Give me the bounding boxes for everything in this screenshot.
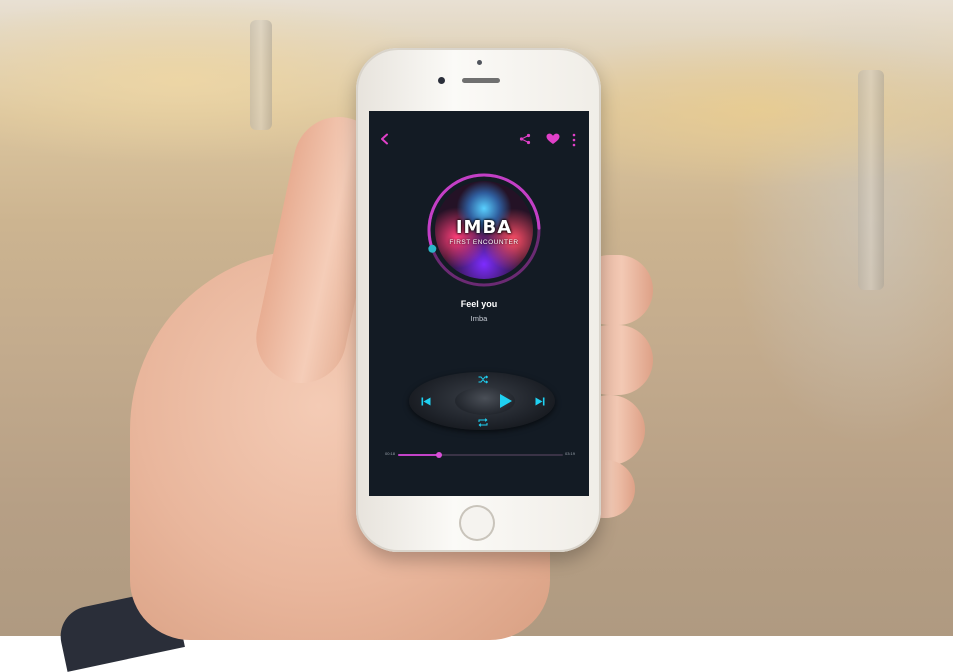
skip-next-icon[interactable] <box>535 397 545 406</box>
album-art-container: IMBA FIRST ENCOUNTER <box>425 171 543 289</box>
seek-thumb[interactable] <box>436 452 443 458</box>
more-vertical-icon[interactable] <box>571 133 577 147</box>
chevron-left-icon[interactable] <box>379 133 391 145</box>
proximity-sensor <box>477 60 482 65</box>
play-icon[interactable] <box>499 393 513 409</box>
album-art-title: IMBA <box>455 217 513 238</box>
shuffle-icon[interactable] <box>478 375 488 384</box>
earpiece <box>462 78 500 83</box>
background-post <box>250 20 272 130</box>
player-screen: IMBA FIRST ENCOUNTER Feel you Imba 00:18 <box>369 111 589 496</box>
album-art-subtitle: FIRST ENCOUNTER <box>449 239 519 246</box>
repeat-icon[interactable] <box>478 418 488 427</box>
track-title: Feel you <box>460 299 498 309</box>
current-time: 00:18 <box>385 451 396 456</box>
skip-previous-icon[interactable] <box>421 397 431 406</box>
seek-bar: 00:18 03:19 <box>385 451 575 461</box>
track-progress-ring-thumb[interactable] <box>428 244 437 253</box>
background-post <box>858 70 884 290</box>
seek-fill <box>398 454 440 456</box>
front-camera <box>438 77 445 84</box>
seek-track[interactable] <box>398 452 563 458</box>
album-art: IMBA FIRST ENCOUNTER <box>435 181 533 279</box>
track-artist: Imba <box>470 314 488 323</box>
playback-controls <box>409 372 555 430</box>
heart-icon[interactable] <box>546 133 560 145</box>
total-time: 03:19 <box>564 451 575 456</box>
home-button[interactable] <box>459 505 495 541</box>
share-icon[interactable] <box>519 133 531 145</box>
